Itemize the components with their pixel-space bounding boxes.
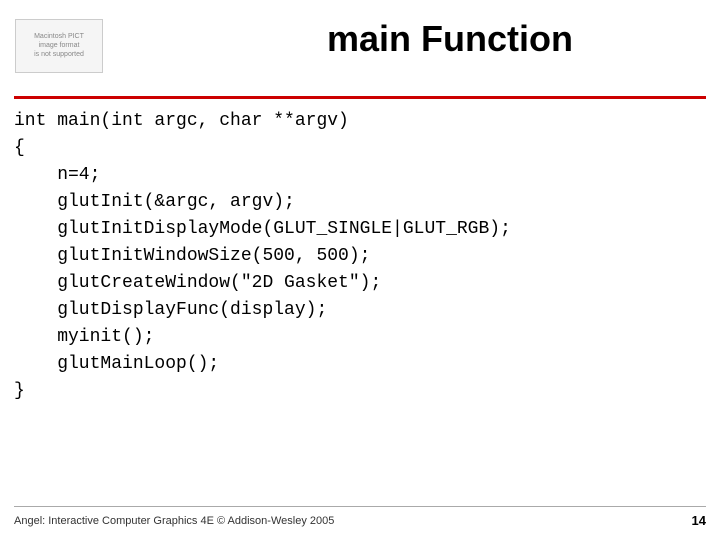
image-placeholder: Macintosh PICT image format is not suppo… <box>14 18 104 73</box>
code-line-10: } <box>14 378 706 405</box>
divider-line <box>14 96 706 99</box>
code-line-6: glutCreateWindow("2D Gasket"); <box>14 270 706 297</box>
code-line-4: glutInitDisplayMode(GLUT_SINGLE|GLUT_RGB… <box>14 216 706 243</box>
code-line-7: glutDisplayFunc(display); <box>14 297 706 324</box>
code-line-1: { <box>14 135 706 162</box>
slide-title: main Function <box>200 18 700 60</box>
code-line-0: int main(int argc, char **argv) <box>14 108 706 135</box>
footer-page: 14 <box>692 513 706 528</box>
image-box: Macintosh PICT image format is not suppo… <box>15 19 103 73</box>
code-line-2: n=4; <box>14 162 706 189</box>
image-placeholder-text: Macintosh PICT image format is not suppo… <box>34 32 84 59</box>
code-line-5: glutInitWindowSize(500, 500); <box>14 243 706 270</box>
slide: Macintosh PICT image format is not suppo… <box>0 0 720 540</box>
code-line-3: glutInit(&argc, argv); <box>14 189 706 216</box>
footer: Angel: Interactive Computer Graphics 4E … <box>14 506 706 528</box>
code-line-9: glutMainLoop(); <box>14 351 706 378</box>
code-block: int main(int argc, char **argv) { n=4; g… <box>14 108 706 405</box>
code-line-8: myinit(); <box>14 324 706 351</box>
footer-text: Angel: Interactive Computer Graphics 4E … <box>14 515 334 527</box>
